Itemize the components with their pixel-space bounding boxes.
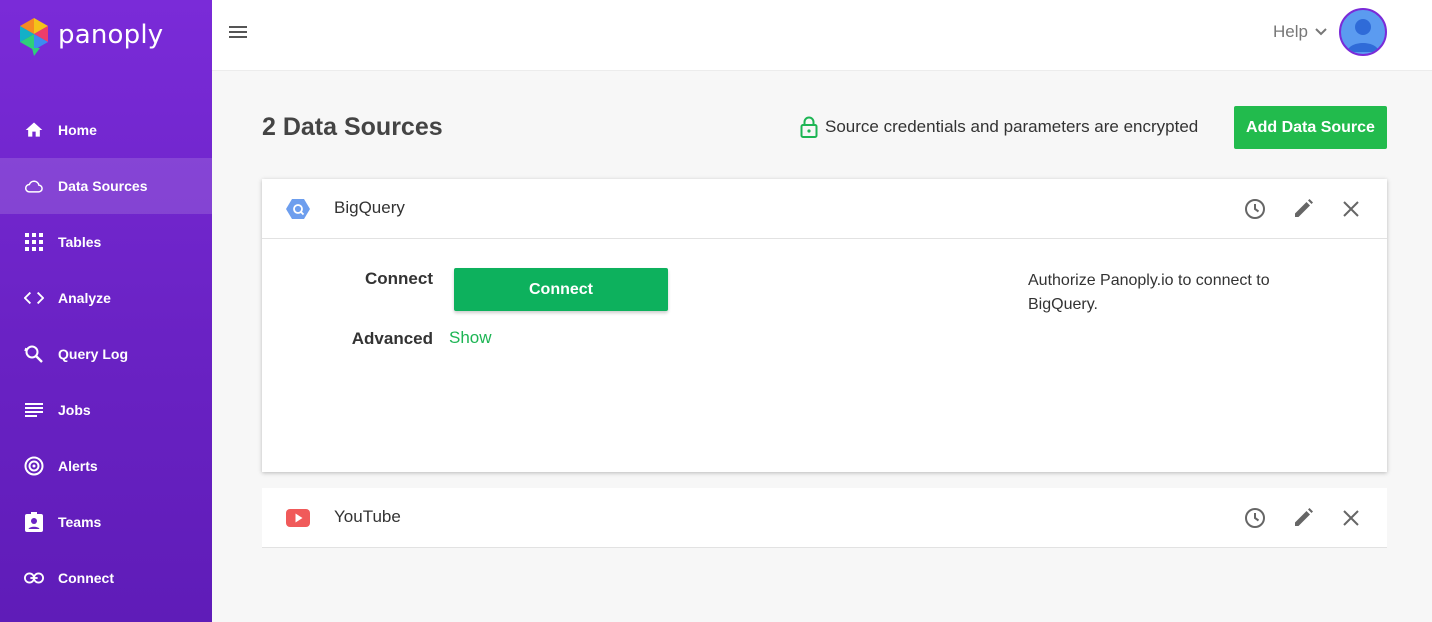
sidebar-nav: Home Data Sources Tables Analyze Query L… bbox=[0, 102, 212, 606]
sidebar-item-connect[interactable]: Connect bbox=[0, 550, 212, 606]
data-source-name: YouTube bbox=[334, 507, 401, 526]
sidebar-item-home[interactable]: Home bbox=[0, 102, 212, 158]
data-source-name: BigQuery bbox=[334, 198, 405, 217]
sidebar-item-jobs[interactable]: Jobs bbox=[0, 382, 212, 438]
logo-text: panoply bbox=[58, 20, 164, 50]
cloud-icon bbox=[24, 176, 44, 196]
sidebar-item-label: Home bbox=[58, 122, 97, 138]
code-icon bbox=[24, 288, 44, 308]
home-icon bbox=[24, 120, 44, 140]
add-data-source-button[interactable]: Add Data Source bbox=[1234, 106, 1387, 149]
sidebar-item-label: Tables bbox=[58, 234, 102, 250]
top-bar: Help bbox=[212, 0, 1432, 71]
page-title: 2 Data Sources bbox=[262, 113, 443, 141]
advanced-label: Advanced bbox=[351, 329, 433, 348]
panoply-logo[interactable]: panoply bbox=[18, 14, 163, 56]
hamburger-menu-icon[interactable] bbox=[228, 22, 248, 42]
sidebar-item-alerts[interactable]: Alerts bbox=[0, 438, 212, 494]
user-avatar[interactable] bbox=[1339, 8, 1387, 56]
sidebar-item-label: Analyze bbox=[58, 290, 111, 306]
help-menu[interactable]: Help bbox=[1273, 22, 1328, 42]
chevron-down-icon bbox=[1315, 28, 1327, 36]
sidebar-item-label: Alerts bbox=[58, 458, 98, 474]
sidebar-item-label: Connect bbox=[58, 570, 114, 586]
sidebar-item-query-log[interactable]: Query Log bbox=[0, 326, 212, 382]
list-icon bbox=[24, 400, 44, 420]
data-source-card-bigquery: BigQuery Connect Connect Advanced Show A… bbox=[262, 179, 1387, 472]
connect-button[interactable]: Connect bbox=[454, 268, 668, 311]
sidebar-item-label: Data Sources bbox=[58, 178, 148, 194]
connect-label: Connect bbox=[365, 269, 433, 288]
sidebar-item-label: Query Log bbox=[58, 346, 129, 362]
user-icon bbox=[1347, 19, 1379, 52]
authorize-description: Authorize Panoply.io to connect to BigQu… bbox=[1028, 272, 1270, 313]
sidebar-item-label: Teams bbox=[58, 514, 102, 530]
close-icon[interactable] bbox=[1339, 197, 1363, 221]
history-icon[interactable] bbox=[1243, 197, 1267, 221]
history-icon[interactable] bbox=[1243, 506, 1267, 530]
data-source-header[interactable]: BigQuery bbox=[262, 179, 1387, 239]
sidebar: panoply Home Data Sources Tables Analyze… bbox=[0, 0, 212, 622]
panoply-logo-icon bbox=[20, 18, 48, 56]
alert-target-icon bbox=[24, 456, 44, 476]
team-badge-icon bbox=[24, 512, 44, 532]
edit-icon[interactable] bbox=[1291, 197, 1315, 221]
search-history-icon bbox=[24, 344, 44, 364]
youtube-icon bbox=[286, 509, 310, 527]
lock-icon bbox=[800, 116, 818, 138]
sidebar-item-label: Jobs bbox=[58, 402, 91, 418]
sidebar-item-analyze[interactable]: Analyze bbox=[0, 270, 212, 326]
help-label: Help bbox=[1273, 22, 1308, 41]
data-source-header[interactable]: YouTube bbox=[262, 488, 1387, 548]
edit-icon[interactable] bbox=[1291, 506, 1315, 530]
close-icon[interactable] bbox=[1339, 506, 1363, 530]
sidebar-item-teams[interactable]: Teams bbox=[0, 494, 212, 550]
grid-icon bbox=[24, 232, 44, 252]
link-icon bbox=[24, 568, 44, 588]
bigquery-icon bbox=[286, 199, 310, 219]
sidebar-item-data-sources[interactable]: Data Sources bbox=[0, 158, 212, 214]
encryption-note: Source credentials and parameters are en… bbox=[800, 116, 1198, 138]
data-source-card-youtube: YouTube bbox=[262, 488, 1387, 548]
advanced-show-link[interactable]: Show bbox=[449, 328, 492, 348]
sidebar-item-tables[interactable]: Tables bbox=[0, 214, 212, 270]
encryption-note-text: Source credentials and parameters are en… bbox=[825, 117, 1199, 136]
